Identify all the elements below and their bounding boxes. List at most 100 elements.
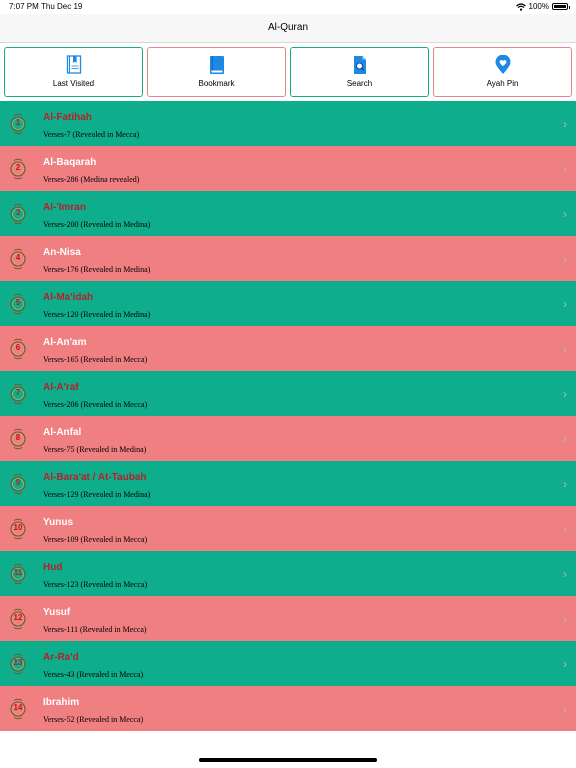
surah-number-badge-icon: 14 bbox=[8, 698, 28, 720]
surah-row[interactable]: 13 Ar-Ra'd Verses-43 (Revealed in Mecca) › bbox=[0, 641, 576, 686]
bookmark-label: Bookmark bbox=[198, 79, 235, 88]
surah-verses-info: Verses-75 (Revealed in Medina) bbox=[43, 445, 147, 454]
surah-verses-info: Verses-109 (Revealed in Mecca) bbox=[43, 535, 148, 544]
surah-number-badge-icon: 11 bbox=[8, 563, 28, 585]
surah-number: 4 bbox=[15, 253, 21, 262]
surah-verses-info: Verses-200 (Revealed in Medina) bbox=[43, 220, 151, 229]
home-indicator[interactable] bbox=[199, 758, 377, 762]
surah-name: Al-Fatihah bbox=[43, 112, 92, 123]
surah-row[interactable]: 12 Yusuf Verses-111 (Revealed in Mecca) › bbox=[0, 596, 576, 641]
surah-number-badge-icon: 12 bbox=[8, 608, 28, 630]
status-indicators: 100% bbox=[515, 2, 570, 11]
surah-number: 5 bbox=[15, 298, 21, 307]
surah-number: 14 bbox=[13, 703, 23, 712]
chevron-right-icon: › bbox=[563, 477, 567, 491]
surah-number: 9 bbox=[15, 478, 21, 487]
surah-number-badge-icon: 3 bbox=[8, 203, 28, 225]
surah-number-badge-icon: 13 bbox=[8, 653, 28, 675]
chevron-right-icon: › bbox=[563, 432, 567, 446]
surah-number: 13 bbox=[13, 658, 23, 667]
chevron-right-icon: › bbox=[563, 162, 567, 176]
surah-number-badge-icon: 2 bbox=[8, 158, 28, 180]
surah-number-badge-icon: 10 bbox=[8, 518, 28, 540]
surah-number: 6 bbox=[15, 343, 21, 352]
surah-row[interactable]: 11 Hud Verses-123 (Revealed in Mecca) › bbox=[0, 551, 576, 596]
surah-name: Al-Anfal bbox=[43, 427, 82, 438]
bookmark-book-icon bbox=[209, 56, 224, 74]
surah-number: 8 bbox=[15, 433, 21, 442]
status-time: 7:07 PM bbox=[9, 2, 39, 11]
surah-number-badge-icon: 1 bbox=[8, 113, 28, 135]
surah-row[interactable]: 10 Yunus Verses-109 (Revealed in Mecca) › bbox=[0, 506, 576, 551]
surah-row[interactable]: 7 Al-A'raf Verses-206 (Revealed in Mecca) › bbox=[0, 371, 576, 416]
status-date: Thu Dec 19 bbox=[41, 2, 83, 11]
surah-number: 11 bbox=[13, 568, 23, 577]
surah-row[interactable]: 3 Al-'Imran Verses-200 (Revealed in Medina… bbox=[0, 191, 576, 236]
bookmark-button[interactable]: Bookmark bbox=[147, 47, 286, 97]
toolbar: Last Visited Bookmark Search Ayah Pin bbox=[0, 43, 576, 100]
surah-row[interactable]: 4 An-Nisa Verses-176 (Revealed in Medina) › bbox=[0, 236, 576, 281]
surah-name: Hud bbox=[43, 562, 63, 573]
surah-name: Yusuf bbox=[43, 607, 71, 618]
surah-row[interactable]: 2 Al-Baqarah Verses-286 (Medina revealed) › bbox=[0, 146, 576, 191]
surah-verses-info: Verses-120 (Revealed in Medina) bbox=[43, 310, 151, 319]
surah-number: 7 bbox=[15, 388, 21, 397]
surah-row[interactable]: 9 Al-Bara'at / At-Taubah Verses-129 (Revea… bbox=[0, 461, 576, 506]
surah-name: Al-Ma'idah bbox=[43, 292, 94, 303]
ayah-pin-label: Ayah Pin bbox=[486, 79, 519, 88]
surah-number: 12 bbox=[13, 613, 23, 622]
chevron-right-icon: › bbox=[563, 387, 567, 401]
surah-verses-info: Verses-7 (Revealed in Mecca) bbox=[43, 130, 140, 139]
battery-percent: 100% bbox=[528, 2, 549, 11]
surah-name: Al-An'am bbox=[43, 337, 87, 348]
surah-number-badge-icon: 9 bbox=[8, 473, 28, 495]
surah-name: An-Nisa bbox=[43, 247, 81, 258]
surah-row[interactable]: 5 Al-Ma'idah Verses-120 (Revealed in Medin… bbox=[0, 281, 576, 326]
surah-number: 2 bbox=[15, 163, 21, 172]
search-button[interactable]: Search bbox=[290, 47, 429, 97]
surah-number-badge-icon: 5 bbox=[8, 293, 28, 315]
surah-verses-info: Verses-111 (Revealed in Mecca) bbox=[43, 625, 147, 634]
surah-number: 3 bbox=[15, 208, 21, 217]
chevron-right-icon: › bbox=[563, 612, 567, 626]
last-visited-label: Last Visited bbox=[52, 79, 95, 88]
surah-number-badge-icon: 8 bbox=[8, 428, 28, 450]
page-title: Al-Quran bbox=[267, 22, 308, 33]
surah-row[interactable]: 6 Al-An'am Verses-165 (Revealed in Mecca) › bbox=[0, 326, 576, 371]
chevron-right-icon: › bbox=[563, 342, 567, 356]
last-visited-button[interactable]: Last Visited bbox=[4, 47, 143, 97]
battery-icon bbox=[552, 3, 570, 10]
surah-list: 1 Al-Fatihah Verses-7 (Revealed in Mecca) ›… bbox=[0, 101, 576, 731]
status-bar: 7:07 PM Thu Dec 19 100% bbox=[0, 0, 576, 14]
chevron-right-icon: › bbox=[563, 252, 567, 266]
surah-number-badge-icon: 4 bbox=[8, 248, 28, 270]
map-pin-icon bbox=[495, 55, 510, 74]
surah-name: Al-Bara'at / At-Taubah bbox=[43, 472, 147, 483]
surah-number-badge-icon: 7 bbox=[8, 383, 28, 405]
surah-verses-info: Verses-123 (Revealed in Mecca) bbox=[43, 580, 148, 589]
surah-row[interactable]: 1 Al-Fatihah Verses-7 (Revealed in Mecca) › bbox=[0, 101, 576, 146]
chevron-right-icon: › bbox=[563, 522, 567, 536]
surah-number: 10 bbox=[13, 523, 23, 532]
surah-number-badge-icon: 6 bbox=[8, 338, 28, 360]
surah-verses-info: Verses-206 (Revealed in Mecca) bbox=[43, 400, 148, 409]
surah-verses-info: Verses-286 (Medina revealed) bbox=[43, 175, 140, 184]
ayah-pin-button[interactable]: Ayah Pin bbox=[433, 47, 572, 97]
surah-verses-info: Verses-165 (Revealed in Mecca) bbox=[43, 355, 148, 364]
navigation-bar: Al-Quran bbox=[0, 14, 576, 43]
surah-row[interactable]: 8 Al-Anfal Verses-75 (Revealed in Medina) › bbox=[0, 416, 576, 461]
chevron-right-icon: › bbox=[563, 567, 567, 581]
chevron-right-icon: › bbox=[563, 297, 567, 311]
search-document-icon bbox=[353, 56, 366, 74]
search-label: Search bbox=[346, 79, 373, 88]
chevron-right-icon: › bbox=[563, 657, 567, 671]
surah-verses-info: Verses-176 (Revealed in Medina) bbox=[43, 265, 151, 274]
surah-name: Ibrahim bbox=[43, 697, 80, 708]
book-icon bbox=[66, 55, 81, 74]
surah-name: Al-'Imran bbox=[43, 202, 86, 213]
wifi-icon bbox=[515, 2, 526, 11]
surah-row[interactable]: 14 Ibrahim Verses-52 (Revealed in Mecca) › bbox=[0, 686, 576, 731]
chevron-right-icon: › bbox=[563, 207, 567, 221]
chevron-right-icon: › bbox=[563, 117, 567, 131]
surah-number: 1 bbox=[15, 118, 21, 127]
